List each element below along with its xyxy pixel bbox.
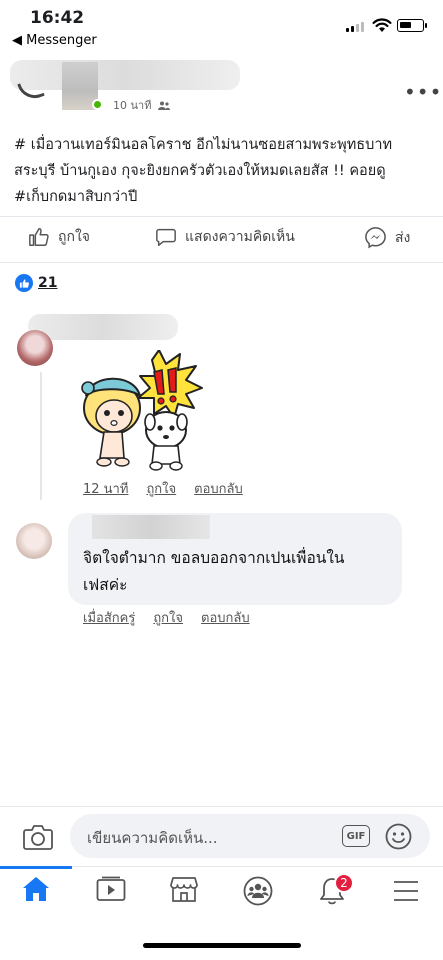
marketplace-tab-icon[interactable] — [170, 876, 198, 902]
like-reaction-icon — [15, 274, 33, 292]
post-timestamp: 10 นาที — [113, 96, 170, 114]
wifi-icon — [372, 18, 392, 32]
reaction-count: 21 — [38, 275, 58, 291]
commenter-avatar[interactable] — [17, 330, 53, 366]
home-indicator — [143, 943, 301, 948]
signal-icon — [346, 22, 364, 32]
home-tab-icon[interactable] — [22, 876, 50, 902]
comment-reply-link[interactable]: ตอบกลับ — [201, 607, 250, 628]
post-text-line: สระบุรี บ้านกูเอง กุจะยิงยกครัวตัวเองให้… — [14, 163, 386, 179]
emoji-icon[interactable] — [385, 823, 412, 850]
menu-tab-icon[interactable] — [393, 880, 419, 902]
author-name-blurred — [10, 60, 240, 90]
status-bar: 16:42 ◀ Messenger — [0, 0, 443, 50]
comment-meta: 12 นาที ถูกใจ ตอบกลับ — [83, 478, 243, 499]
sticker-image — [81, 350, 203, 471]
comment-reply-link[interactable]: ตอบกลับ — [194, 478, 243, 499]
comment-input-placeholder: เขียนความคิดเห็น... — [87, 829, 218, 847]
comment-like-link[interactable]: ถูกใจ — [153, 607, 183, 628]
gif-button[interactable]: GIF — [342, 825, 370, 847]
divider — [0, 216, 443, 217]
divider — [0, 806, 443, 807]
post-text-line: # เมื่อวานเทอร์มินอลโคราช อีกไม่นานซอยสา… — [14, 137, 393, 153]
clock: 16:42 — [30, 8, 85, 28]
commenter-name-blurred — [28, 314, 178, 340]
commenter-avatar[interactable] — [16, 523, 52, 559]
messenger-icon — [365, 227, 386, 249]
groups-tab-icon[interactable] — [243, 876, 273, 906]
like-button[interactable]: ถูกใจ — [28, 226, 90, 248]
more-options-icon[interactable]: ••• — [404, 80, 442, 104]
comment-meta: เมื่อสักครู่ ถูกใจ ตอบกลับ — [83, 607, 250, 628]
bottom-tab-bar — [0, 866, 443, 920]
post-body: # เมื่อวานเทอร์มินอลโคราช อีกไม่นานซอยสา… — [14, 132, 432, 210]
like-label: ถูกใจ — [58, 229, 90, 245]
comment-time[interactable]: 12 นาที — [83, 478, 128, 499]
online-status-icon — [92, 99, 103, 110]
comment-button[interactable]: แสดงความคิดเห็น — [155, 226, 295, 248]
thumbs-up-icon — [29, 228, 49, 246]
send-label: ส่ง — [395, 229, 411, 246]
comment-icon — [156, 228, 176, 246]
comment-time[interactable]: เมื่อสักครู่ — [83, 607, 135, 628]
watch-tab-icon[interactable] — [96, 876, 126, 902]
reaction-summary[interactable]: 21 — [15, 274, 57, 292]
active-tab-indicator — [0, 866, 72, 869]
comment-like-link[interactable]: ถูกใจ — [146, 478, 176, 499]
comment-text-line: จิตใจตำมาก ขอลบออกจากเปนเพื่อนใน — [83, 549, 345, 567]
comment-label: แสดงความคิดเห็น — [185, 229, 295, 245]
comment-text-line: เฟสค่ะ — [83, 576, 128, 594]
notification-badge: 2 — [334, 873, 354, 893]
friends-icon — [157, 101, 170, 110]
divider — [0, 262, 443, 263]
post-text-line: #เก็บกดมาสิบกว่าปี — [14, 189, 138, 205]
send-button[interactable]: ส่ง — [364, 226, 410, 249]
comment-text: จิตใจตำมาก ขอลบออกจากเปนเพื่อนใน เฟสค่ะ — [83, 545, 403, 599]
post-action-bar: ถูกใจ แสดงความคิดเห็น ส่ง — [0, 218, 443, 258]
back-to-messenger-link[interactable]: ◀ Messenger — [12, 33, 97, 48]
thread-line — [40, 372, 42, 500]
battery-icon — [397, 19, 427, 32]
camera-icon[interactable] — [23, 824, 53, 850]
commenter-name-blurred — [92, 515, 210, 539]
